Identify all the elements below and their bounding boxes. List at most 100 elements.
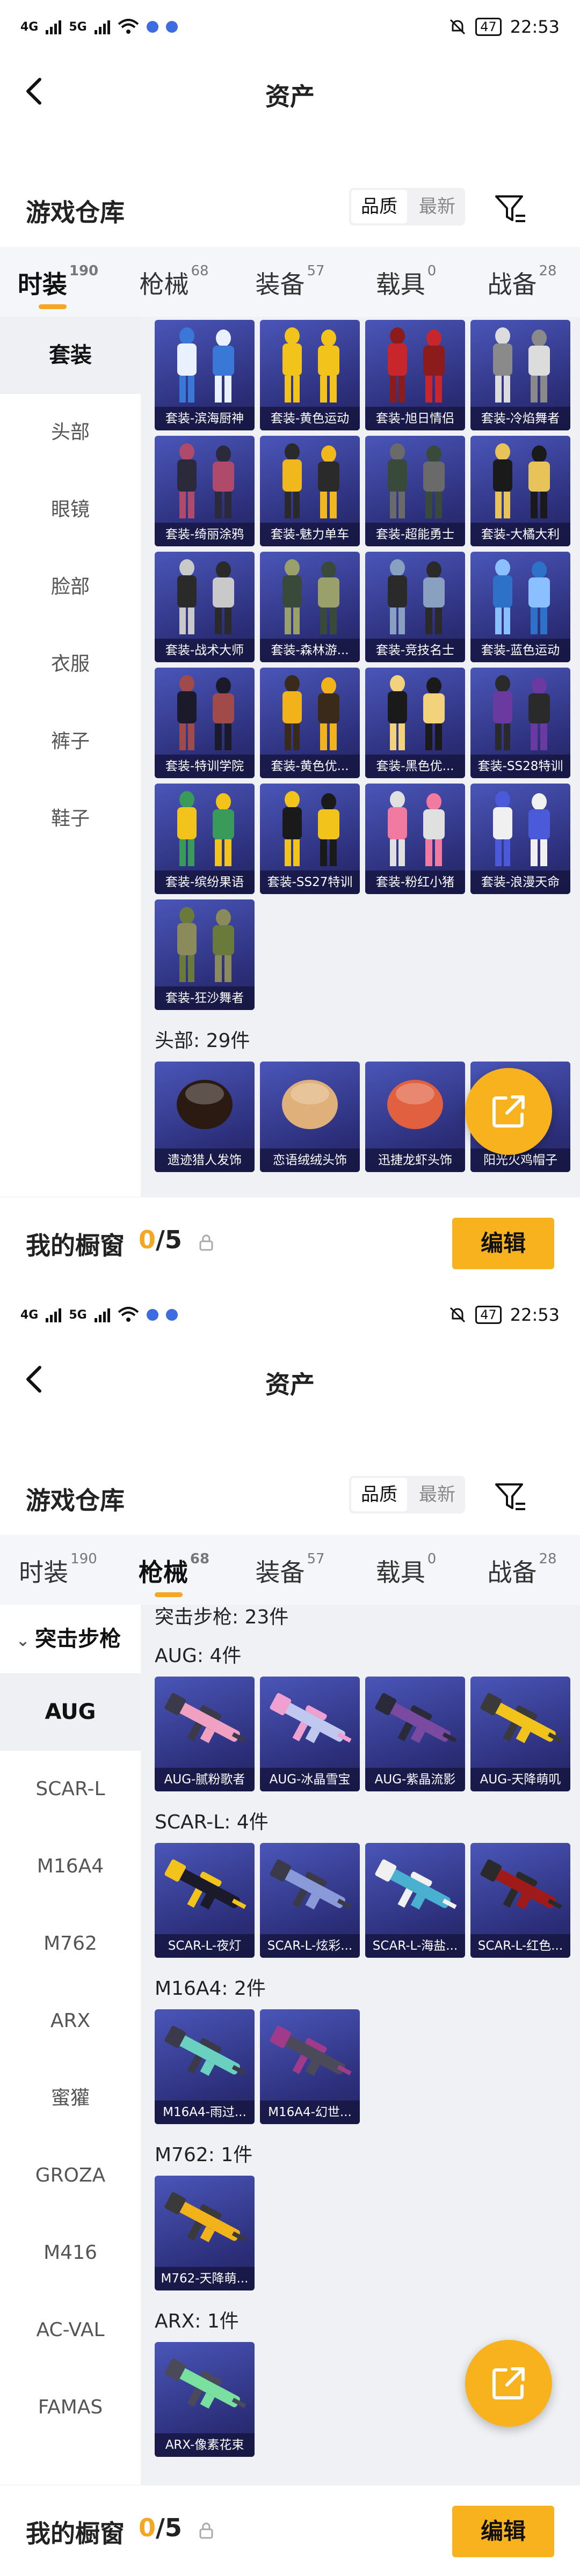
outfit-card[interactable]: 套装-森林游... — [260, 552, 360, 662]
outfit-card[interactable]: 套装-绮丽涂鸦 — [155, 436, 255, 546]
tab-count: 57 — [307, 1551, 325, 1567]
head-item-thumbnail — [282, 1080, 338, 1129]
sidebar-item-shoes[interactable]: 鞋子 — [0, 780, 141, 858]
gun-skin-name: M16A4-雨过... — [155, 2101, 255, 2124]
outfit-card[interactable]: 套装-黄色优... — [260, 668, 360, 778]
status-bar: 4G 5G 47 22:53 — [0, 0, 580, 54]
outfit-thumbnail — [177, 907, 234, 982]
gun-skin-card[interactable]: AUG-冰晶雪宝 — [260, 1677, 360, 1791]
outfit-card[interactable]: 套装-SS27特训 — [260, 784, 360, 894]
tab-vehicles[interactable]: 载具 0 — [348, 247, 464, 317]
gun-skin-card[interactable]: SCAR-L-夜灯 — [155, 1843, 255, 1958]
gun-skin-card[interactable]: SCAR-L-红色... — [470, 1843, 570, 1958]
sidebar-item-gun[interactable]: M762 — [0, 1905, 141, 1982]
outfit-name: 套装-冷焰舞者 — [470, 407, 570, 430]
sidebar-item-outfit-set[interactable]: 套装 — [0, 317, 141, 394]
tab-supplies[interactable]: 战备 28 — [464, 247, 580, 317]
outfit-thumbnail — [493, 559, 550, 634]
sidebar-item-gun[interactable]: SCAR-L — [0, 1751, 141, 1828]
outfit-card[interactable]: 套装-大橘大利 — [470, 436, 570, 546]
gun-skin-card[interactable]: M16A4-幻世... — [260, 2009, 360, 2124]
head-item-card[interactable]: 遗迹猎人发饰 — [155, 1062, 255, 1172]
sidebar-item-gun[interactable]: FAMAS — [0, 2369, 141, 2446]
sort-newest[interactable]: 最新 — [409, 188, 465, 225]
sidebar-item-gun[interactable]: AC-VAL — [0, 2292, 141, 2369]
sidebar-item-head[interactable]: 头部 — [0, 394, 141, 471]
sort-quality[interactable]: 品质 — [351, 1478, 407, 1511]
sidebar-item-glasses[interactable]: 眼镜 — [0, 471, 141, 548]
page-title: 资产 — [265, 1370, 315, 1399]
tab-guns[interactable]: 枪械 68 — [116, 1535, 232, 1605]
outfit-card[interactable]: 套装-旭日情侣 — [365, 320, 465, 430]
gun-skin-thumbnail — [375, 1693, 457, 1744]
outfit-name: 套装-特训学院 — [155, 755, 255, 778]
sidebar-item-face[interactable]: 脸部 — [0, 548, 141, 626]
outfit-card[interactable]: 套装-缤纷果语 — [155, 784, 255, 894]
filter-icon[interactable] — [493, 192, 527, 226]
gun-skin-card[interactable]: AUG-天降萌叽 — [470, 1677, 570, 1791]
gun-skin-card[interactable]: M762-天降萌... — [155, 2176, 255, 2290]
sidebar-item-pants[interactable]: 裤子 — [0, 703, 141, 780]
filter-icon[interactable] — [493, 1480, 527, 1514]
sidebar-item-gun[interactable]: M16A4 — [0, 1828, 141, 1905]
sidebar-item-gun[interactable]: ARX — [0, 1982, 141, 2060]
sidebar-item-gun[interactable]: AUG — [0, 1673, 141, 1751]
sidebar-item-gun[interactable]: 蜜獾 — [0, 2060, 141, 2137]
share-fab[interactable] — [465, 2340, 552, 2427]
tab-equipment[interactable]: 装备 57 — [232, 1535, 348, 1605]
outfit-card[interactable]: 套装-魅力单车 — [260, 436, 360, 546]
gun-skin-card[interactable]: SCAR-L-海盐... — [365, 1843, 465, 1958]
outfit-card[interactable]: 套装-滨海厨神 — [155, 320, 255, 430]
tab-outfits[interactable]: 时装 190 — [0, 247, 116, 317]
sort-newest[interactable]: 最新 — [409, 1476, 465, 1513]
head-item-name: 遗迹猎人发饰 — [155, 1148, 255, 1172]
lock-icon — [199, 1234, 213, 1251]
outfit-card[interactable]: 套装-SS28特训 — [470, 668, 570, 778]
tab-equipment[interactable]: 装备 57 — [232, 247, 348, 317]
gun-skin-thumbnail — [270, 2025, 352, 2076]
warehouse-row: 游戏仓库 品质 最新 — [0, 177, 580, 241]
signal-label-1: 4G — [20, 1308, 39, 1322]
edit-button[interactable]: 编辑 — [452, 2506, 554, 2557]
outfit-card[interactable]: 套装-浪漫天命 — [470, 784, 570, 894]
outfit-thumbnail — [177, 791, 234, 866]
outfit-card[interactable]: 套装-黄色运动 — [260, 320, 360, 430]
outfit-card[interactable]: 套装-特训学院 — [155, 668, 255, 778]
sort-quality[interactable]: 品质 — [351, 190, 407, 223]
outfit-name: 套装-黑色优... — [365, 755, 465, 778]
outfit-card[interactable]: 套装-蓝色运动 — [470, 552, 570, 662]
category-tabs: 时装 190 枪械 68 装备 57 载具 0 战备 28 — [0, 1535, 580, 1605]
section-label-gun-type: SCAR-L: 4件 — [155, 1811, 269, 1833]
gun-skin-card[interactable]: SCAR-L-炫彩... — [260, 1843, 360, 1958]
gun-skin-card[interactable]: AUG-腻粉歌者 — [155, 1677, 255, 1791]
sidebar-item-gun[interactable]: M416 — [0, 2214, 141, 2292]
edit-button[interactable]: 编辑 — [452, 1218, 554, 1269]
outfit-name: 套装-魅力单车 — [260, 523, 360, 546]
tab-supplies[interactable]: 战备 28 — [464, 1535, 580, 1605]
outfit-thumbnail — [388, 791, 445, 866]
gun-skin-card[interactable]: M16A4-雨过... — [155, 2009, 255, 2124]
sidebar-group-label: 突击步枪 — [35, 1627, 121, 1651]
share-fab[interactable] — [465, 1068, 552, 1155]
head-item-card[interactable]: 迅捷龙虾头饰 — [365, 1062, 465, 1172]
outfit-card[interactable]: 套装-粉红小猪 — [365, 784, 465, 894]
outfit-thumbnail — [388, 675, 445, 750]
outfit-card[interactable]: 套装-狂沙舞者 — [155, 899, 255, 1010]
outfit-card[interactable]: 套装-超能勇士 — [365, 436, 465, 546]
sidebar-item-clothes[interactable]: 衣服 — [0, 626, 141, 703]
outfit-name: 套装-缤纷果语 — [155, 870, 255, 894]
gun-skin-card[interactable]: ARX-像素花束 — [155, 2342, 255, 2457]
gun-skin-name: SCAR-L-夜灯 — [155, 1934, 255, 1958]
outfit-card[interactable]: 套装-竞技名士 — [365, 552, 465, 662]
outfit-card[interactable]: 套装-战术大师 — [155, 552, 255, 662]
outfit-card[interactable]: 套装-冷焰舞者 — [470, 320, 570, 430]
gun-skin-card[interactable]: AUG-紫晶流影 — [365, 1677, 465, 1791]
battery-indicator: 47 — [475, 1306, 502, 1324]
tab-outfits[interactable]: 时装 190 — [0, 1535, 116, 1605]
tab-guns[interactable]: 枪械 68 — [116, 247, 232, 317]
sidebar-item-gun[interactable]: GROZA — [0, 2137, 141, 2214]
outfit-card[interactable]: 套装-黑色优... — [365, 668, 465, 778]
sidebar-group-assault-rifles[interactable]: ⌄ 突击步枪 — [0, 1605, 141, 1673]
head-item-card[interactable]: 恋语绒绒头饰 — [260, 1062, 360, 1172]
tab-vehicles[interactable]: 载具 0 — [348, 1535, 464, 1605]
